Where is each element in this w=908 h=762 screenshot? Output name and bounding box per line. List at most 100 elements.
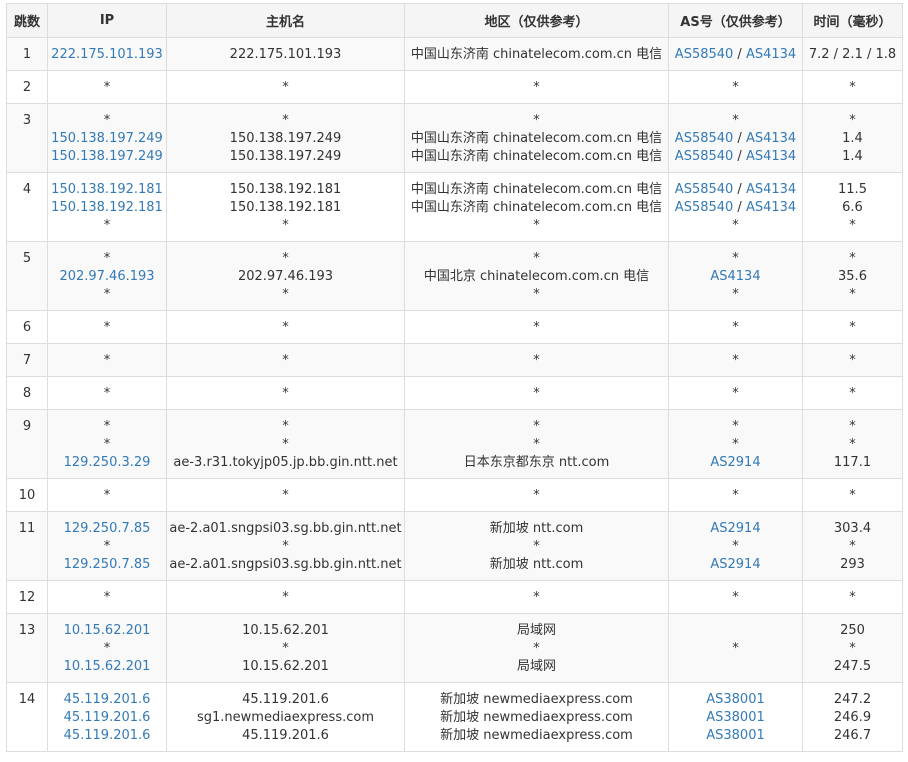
time-cell: * 1.4 1.4 [802,103,903,173]
ip-link[interactable]: 150.138.197.249 [48,130,166,148]
host-cell: * [166,343,405,377]
as-link[interactable]: AS2914 [710,455,760,470]
table-row: 5 * 202.97.46.193 * * 202.97.46.193 * * 中国北京 chi… [6,241,903,311]
hostname-text: 10.15.62.201 [242,623,329,638]
ip-link[interactable]: 150.138.197.249 [48,148,166,166]
hop-cell: 6 [6,310,48,344]
ip-cell: 150.138.192.181 150.138.192.181 * [47,172,167,242]
time-cell: 11.5 6.6 * [802,172,903,242]
hostname-text: * [282,539,289,554]
as-placeholder: * [732,419,739,434]
as-line: * [669,352,802,370]
table-row: 3 * 150.138.197.249 150.138.197.249 * 150.138… [6,103,903,173]
ip-link[interactable]: 150.138.192.181 [48,199,166,217]
as-link[interactable]: AS58540 [675,47,734,62]
hostname-text: * [282,419,289,434]
as-line: AS38001 [669,727,802,745]
ip-link[interactable]: 129.250.3.29 [48,454,166,472]
time-text: 246.7 [833,728,872,743]
as-cell: * [668,70,803,104]
as-line: * [669,286,802,304]
as-placeholder: * [732,386,739,401]
as-link[interactable]: AS4134 [746,200,796,215]
as-link[interactable]: AS2914 [710,521,760,536]
time-text: * [849,251,856,266]
region-text: * [533,353,540,368]
region-cell: 局域网 * 局域网 [404,613,669,683]
ip-link: * [103,353,111,368]
hop-cell: 12 [6,580,48,614]
as-link[interactable]: AS4134 [710,269,760,284]
as-line: * [669,319,802,337]
as-link[interactable]: AS38001 [706,692,765,707]
as-link[interactable]: AS4134 [746,182,796,197]
ip-link[interactable]: 150.138.192.181 [48,181,166,199]
as-line: AS58540 / AS4134 [669,130,802,148]
as-link[interactable]: AS58540 [675,149,734,164]
hostname-text: 45.119.201.6 [242,728,329,743]
ip-cell: 45.119.201.6 45.119.201.6 45.119.201.6 [47,682,167,752]
time-text: 247.5 [833,659,872,674]
as-cell: * [668,478,803,512]
as-placeholder: * [732,287,739,302]
as-line: AS38001 [669,709,802,727]
region-text: 中国山东济南 chinatelecom.com.cn 电信 [410,47,663,62]
as-link[interactable]: AS58540 [675,182,734,197]
hostname-text: ae-3.r31.tokyjp05.jp.bb.gin.ntt.net [173,455,398,470]
ip-link[interactable]: 45.119.201.6 [48,727,166,745]
as-link[interactable]: AS58540 [675,200,734,215]
ip-link: * [103,539,111,554]
time-text: * [849,437,856,452]
table-row: 4 150.138.192.181 150.138.192.181 * 150.138.… [6,172,903,242]
time-cell: 250 * 247.5 [802,613,903,683]
as-link[interactable]: AS38001 [706,728,765,743]
as-placeholder: * [732,113,739,128]
as-placeholder: * [732,80,739,95]
ip-cell: * [47,310,167,344]
region-cell: * [404,343,669,377]
region-cell: * [404,70,669,104]
hostname-text: * [282,437,289,452]
region-text: * [533,320,540,335]
as-link[interactable]: AS38001 [706,710,765,725]
ip-link: * [103,641,111,656]
hop-cell: 2 [6,70,48,104]
table-row: 11 129.250.7.85 * 129.250.7.85 ae-2.a01.sngp… [6,511,903,581]
ip-link[interactable]: 129.250.7.85 [48,520,166,538]
as-separator: / [733,131,746,146]
time-text: 6.6 [842,200,863,215]
region-cell: * 中国山东济南 chinatelecom.com.cn 电信 中国山东济南 chi… [404,103,669,173]
ip-link[interactable]: 222.175.101.193 [48,46,166,64]
region-cell: 新加坡 ntt.com * 新加坡 ntt.com [404,511,669,581]
ip-link[interactable]: 202.97.46.193 [48,268,166,286]
time-text: * [849,80,856,95]
hop-cell: 13 [6,613,48,683]
hop-cell: 5 [6,241,48,311]
hostname-text: * [282,641,289,656]
ip-link[interactable]: 129.250.7.85 [48,556,166,574]
as-cell: * [668,310,803,344]
ip-cell: 222.175.101.193 [47,37,167,71]
ip-link[interactable]: 10.15.62.201 [48,658,166,676]
ip-link[interactable]: 10.15.62.201 [48,622,166,640]
as-link[interactable]: AS4134 [746,149,796,164]
as-link[interactable]: AS58540 [675,131,734,146]
as-cell: AS58540 / AS4134 [668,37,803,71]
ip-link[interactable]: 45.119.201.6 [48,709,166,727]
time-text: * [849,488,856,503]
as-link[interactable]: AS4134 [746,47,796,62]
hostname-text: * [282,386,289,401]
table-body: 1 222.175.101.193 222.175.101.193 中国山东济南 ch… [6,37,903,752]
as-cell: * * AS2914 [668,409,803,479]
table-row: 1 222.175.101.193 222.175.101.193 中国山东济南 ch… [6,37,903,71]
hostname-text: ae-2.a01.sngpsi03.sg.bb.gin.ntt.net [169,521,402,536]
time-cell: * [802,478,903,512]
as-link[interactable]: AS2914 [710,557,760,572]
region-text: 局域网 [516,659,556,674]
region-text: * [533,437,540,452]
time-text: 35.6 [838,269,867,284]
ip-cell: * [47,376,167,410]
region-cell: 中国山东济南 chinatelecom.com.cn 电信 中国山东济南 chin… [404,172,669,242]
ip-link[interactable]: 45.119.201.6 [48,691,166,709]
as-link[interactable]: AS4134 [746,131,796,146]
